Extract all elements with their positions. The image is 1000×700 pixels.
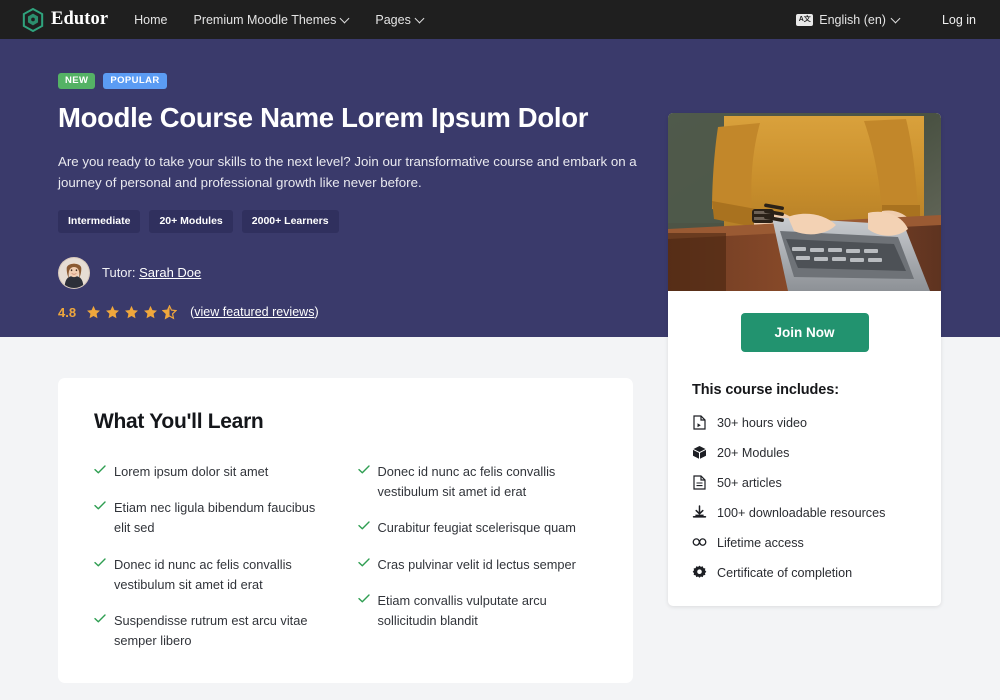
chevron-down-icon: [892, 15, 900, 23]
list-item: 30+ hours video: [692, 415, 917, 430]
nav-link-pages[interactable]: Pages: [375, 13, 423, 27]
list-item-label: Etiam convallis vulputate arcu sollicitu…: [377, 592, 547, 629]
list-item: 20+ Modules: [692, 445, 917, 460]
list-item: Donec id nunc ac felis convallis vestibu…: [357, 462, 598, 502]
list-item-label: Donec id nunc ac felis convallis vestibu…: [114, 556, 292, 592]
rating-stars: [86, 304, 178, 320]
hero-section: NEW POPULAR Moodle Course Name Lorem Ips…: [0, 39, 1000, 606]
cube-icon: [692, 445, 707, 460]
featured-reviews-link[interactable]: (view featured reviews): [190, 305, 319, 319]
tutor-prefix: Tutor:: [102, 265, 136, 281]
course-includes-section: This course includes: 30+ hours video 20…: [668, 378, 941, 606]
translate-icon: A文: [796, 13, 814, 26]
status-badge-popular: POPULAR: [103, 73, 167, 90]
nav-right-group: A文 English (en) Log in: [796, 13, 976, 27]
check-icon: [94, 501, 106, 538]
hero-badges: NEW POPULAR: [58, 73, 600, 90]
chevron-down-icon: [341, 15, 349, 23]
join-now-button[interactable]: Join Now: [740, 313, 869, 352]
list-item-label: Lorem ipsum dolor sit amet: [114, 464, 269, 479]
nav-link-premium-moodle-themes-label: Premium Moodle Themes: [193, 12, 337, 27]
what-you-will-learn-card: What You'll Learn Lorem ipsum dolor sit …: [58, 378, 633, 683]
document-icon: [692, 475, 707, 490]
rating-value: 4.8: [58, 304, 77, 320]
nav-link-home-label: Home: [134, 12, 168, 27]
brand-logo-link[interactable]: Edutor: [22, 7, 109, 32]
list-item: Curabitur feugiat scelerisque quam: [357, 518, 598, 538]
chip-learners: 2000+ Learners: [241, 209, 339, 233]
login-button[interactable]: Log in: [942, 13, 976, 27]
hero-meta-chips: Intermediate 20+ Modules 2000+ Learners: [58, 209, 600, 233]
list-item: Donec id nunc ac felis convallis vestibu…: [94, 555, 334, 595]
list-item-label: Lifetime access: [717, 535, 804, 550]
star-filled-icon: [144, 305, 158, 318]
chevron-down-icon: [416, 15, 424, 23]
star-half-icon: [162, 304, 178, 319]
download-icon: [692, 505, 707, 520]
learn-columns: Lorem ipsum dolor sit amet Etiam nec lig…: [94, 462, 597, 668]
tutor-label: Tutor: Sarah Doe: [102, 265, 201, 280]
tutor-name-link[interactable]: Sarah Doe: [139, 265, 201, 280]
check-icon: [357, 557, 370, 575]
check-icon: [94, 557, 106, 595]
language-selector[interactable]: A文 English (en): [796, 13, 900, 27]
list-item-label: Etiam nec ligula bibendum faucibus elit …: [114, 500, 316, 536]
join-now-container: Join Now: [668, 291, 941, 378]
list-item-label: 100+ downloadable resources: [717, 505, 886, 520]
list-item: Suspendisse rutrum est arcu vitae semper…: [94, 611, 334, 651]
learn-column-left: Lorem ipsum dolor sit amet Etiam nec lig…: [94, 462, 334, 668]
infinity-icon: [692, 535, 707, 550]
star-filled-icon: [125, 305, 139, 318]
check-icon: [357, 465, 370, 502]
certificate-icon: [692, 565, 707, 580]
course-side-card: Join Now This course includes: 30+ hours…: [668, 113, 941, 606]
list-item-label: Donec id nunc ac felis convallis vestibu…: [377, 464, 556, 500]
check-icon: [357, 594, 370, 631]
chip-modules: 20+ Modules: [149, 209, 233, 233]
list-item-label: Certificate of completion: [717, 565, 853, 580]
list-item: Cras pulvinar velit id lectus semper: [357, 555, 598, 575]
hero-content: NEW POPULAR Moodle Course Name Lorem Ips…: [0, 39, 637, 320]
chip-level: Intermediate: [58, 209, 141, 233]
list-item-label: 50+ articles: [717, 475, 782, 490]
list-item: 100+ downloadable resources: [692, 505, 917, 520]
list-item-label: Cras pulvinar velit id lectus semper: [377, 556, 576, 572]
nav-link-pages-label: Pages: [375, 12, 411, 27]
status-badge-new: NEW: [58, 73, 96, 90]
list-item: Lorem ipsum dolor sit amet: [94, 462, 334, 482]
tutor-row: Tutor: Sarah Doe: [58, 256, 600, 289]
rating-row: 4.8 (view featured reviews): [58, 304, 600, 320]
nav-links: Home Premium Moodle Themes Pages: [134, 13, 424, 27]
learn-column-right: Donec id nunc ac felis convallis vestibu…: [357, 462, 598, 668]
check-icon: [94, 614, 106, 651]
nav-link-premium-moodle-themes[interactable]: Premium Moodle Themes: [193, 13, 349, 27]
page-title: Moodle Course Name Lorem Ipsum Dolor: [58, 102, 589, 134]
course-hero-photo: [668, 113, 941, 291]
list-item: Etiam nec ligula bibendum faucibus elit …: [94, 498, 334, 538]
list-item: Lifetime access: [692, 535, 917, 550]
list-item: 50+ articles: [692, 475, 917, 490]
hexagon-logo-icon: [22, 7, 44, 32]
section-title: What You'll Learn: [94, 410, 264, 433]
brand-name: Edutor: [51, 9, 109, 29]
list-item-label: Suspendisse rutrum est arcu vitae semper…: [114, 613, 308, 649]
star-filled-icon: [106, 305, 120, 318]
list-item-label: 30+ hours video: [717, 415, 807, 430]
check-icon: [94, 465, 106, 482]
avatar: [58, 256, 90, 289]
course-includes-title: This course includes:: [692, 382, 839, 398]
check-icon: [357, 521, 370, 538]
hero-description: Are you ready to take your skills to the…: [58, 153, 637, 191]
nav-link-home[interactable]: Home: [134, 13, 167, 27]
star-filled-icon: [87, 305, 101, 318]
list-item-label: Curabitur feugiat scelerisque quam: [377, 520, 576, 536]
top-navbar: Edutor Home Premium Moodle Themes Pages …: [0, 0, 1000, 39]
list-item: Etiam convallis vulputate arcu sollicitu…: [357, 591, 598, 631]
language-label: English (en): [819, 12, 886, 27]
list-item-label: 20+ Modules: [717, 445, 790, 460]
list-item: Certificate of completion: [692, 565, 917, 580]
file-video-icon: [692, 415, 707, 430]
